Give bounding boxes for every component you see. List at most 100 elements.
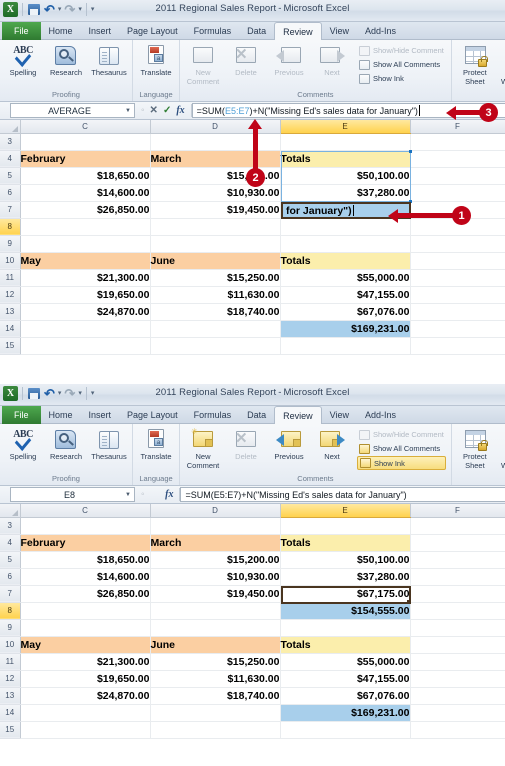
cell-e6[interactable]: $37,280.00 [280, 568, 411, 586]
cell-d11[interactable]: $15,250.00 [150, 653, 281, 671]
row-header-12[interactable]: 12 [0, 286, 21, 304]
cell-c13[interactable]: $24,870.00 [20, 303, 151, 321]
new-comment-button[interactable]: ✳ New Comment [182, 426, 224, 470]
select-all-corner[interactable] [0, 120, 21, 134]
next-comment-button[interactable]: Next [311, 42, 353, 78]
name-box-dropdown-icon[interactable]: ▼ [125, 108, 131, 114]
cell-e15[interactable] [280, 721, 411, 739]
cell-c6[interactable]: $14,600.00 [20, 184, 151, 202]
name-box[interactable]: AVERAGE ▼ [10, 103, 135, 118]
show-all-comments-button[interactable]: Show All Comments [357, 442, 446, 455]
row-header-11[interactable]: 11 [0, 269, 21, 287]
cell-e10[interactable]: Totals [280, 252, 411, 270]
cell-d13[interactable]: $18,740.00 [150, 303, 281, 321]
cell-e4[interactable]: Totals [280, 534, 411, 552]
cell-c9[interactable] [20, 619, 151, 637]
cell-c3[interactable] [20, 517, 151, 535]
thesaurus-button[interactable]: Thesaurus [88, 42, 130, 78]
insert-function-collapse-icon[interactable]: ◦ [141, 105, 145, 116]
column-header-c[interactable]: C [20, 120, 151, 134]
row-header-10[interactable]: 10 [0, 636, 21, 654]
cell-d12[interactable]: $11,630.00 [150, 286, 281, 304]
cell-c4[interactable]: February [20, 534, 151, 552]
cell-d7[interactable]: $19,450.00 [150, 585, 281, 603]
row-header-15[interactable]: 15 [0, 721, 21, 739]
cell-d7[interactable]: $19,450.00 [150, 201, 281, 219]
cell-f9[interactable] [410, 235, 505, 253]
delete-comment-button[interactable]: ✕ Delete [225, 42, 267, 78]
ribbon-tabs[interactable]: File Home Insert Page Layout Formulas Da… [0, 406, 505, 424]
cell-c13[interactable]: $24,870.00 [20, 687, 151, 705]
ribbon-tabs[interactable]: File Home Insert Page Layout Formulas Da… [0, 22, 505, 40]
insert-function-collapse-icon[interactable]: ◦ [141, 489, 145, 500]
row-header-8[interactable]: 8 [0, 218, 21, 236]
cell-c12[interactable]: $19,650.00 [20, 670, 151, 688]
cell-c4[interactable]: February [20, 150, 151, 168]
cell-e14[interactable]: $169,231.00 [280, 320, 411, 338]
formula-bar-buttons[interactable]: ◦ fx [135, 486, 179, 503]
cancel-icon[interactable]: ✕ [150, 105, 158, 116]
cell-e10[interactable]: Totals [280, 636, 411, 654]
thesaurus-button[interactable]: Thesaurus [88, 426, 130, 462]
cell-e3[interactable] [280, 517, 411, 535]
formula-input[interactable]: =SUM(E5:E7)+N("Missing Ed's sales data f… [180, 487, 505, 502]
protect-workbook-button[interactable]: Protect Workbook [497, 42, 505, 86]
cell-d6[interactable]: $10,930.00 [150, 184, 281, 202]
cell-f13[interactable] [410, 687, 505, 705]
column-header-e[interactable]: E [280, 504, 411, 518]
cell-c6[interactable]: $14,600.00 [20, 568, 151, 586]
cell-e9[interactable] [280, 235, 411, 253]
cell-d14[interactable] [150, 704, 281, 722]
tab-formulas[interactable]: Formulas [186, 22, 240, 40]
formula-bar-buttons[interactable]: ◦ ✕ ✓ fx [135, 102, 191, 119]
previous-comment-button[interactable]: Previous [268, 426, 310, 462]
tab-view[interactable]: View [322, 22, 357, 40]
cell-f7[interactable] [410, 585, 505, 603]
cell-c3[interactable] [20, 133, 151, 151]
cell-e11[interactable]: $55,000.00 [280, 269, 411, 287]
cell-c5[interactable]: $18,650.00 [20, 551, 151, 569]
cell-c11[interactable]: $21,300.00 [20, 653, 151, 671]
enter-icon[interactable]: ✓ [163, 105, 171, 116]
cell-e6[interactable]: $37,280.00 [280, 184, 411, 202]
show-ink-button[interactable]: Show Ink [357, 72, 446, 85]
cell-f14[interactable] [410, 320, 505, 338]
cell-d13[interactable]: $18,740.00 [150, 687, 281, 705]
translate-button[interactable]: a Translate [135, 42, 177, 78]
cell-d15[interactable] [150, 337, 281, 355]
cell-f11[interactable] [410, 653, 505, 671]
row-header-10[interactable]: 10 [0, 252, 21, 270]
row-header-7[interactable]: 7 [0, 585, 21, 603]
tab-formulas[interactable]: Formulas [186, 406, 240, 424]
show-hide-comment-button[interactable]: Show/Hide Comment [357, 428, 446, 441]
show-all-comments-button[interactable]: Show All Comments [357, 58, 446, 71]
worksheet-grid[interactable]: C D E F 3 4 February March Totals 5 $18,650.… [0, 504, 505, 766]
column-header-d[interactable]: D [150, 504, 281, 518]
cell-d8[interactable] [150, 602, 281, 620]
tab-add-ins[interactable]: Add-Ins [357, 22, 404, 40]
cell-c12[interactable]: $19,650.00 [20, 286, 151, 304]
cell-f8[interactable] [410, 602, 505, 620]
cell-d10[interactable]: June [150, 252, 281, 270]
cell-f6[interactable] [410, 184, 505, 202]
cell-f15[interactable] [410, 721, 505, 739]
column-header-e[interactable]: E [280, 120, 411, 134]
tab-home[interactable]: Home [41, 22, 81, 40]
cell-c11[interactable]: $21,300.00 [20, 269, 151, 287]
tab-file[interactable]: File [2, 22, 41, 40]
row-header-9[interactable]: 9 [0, 235, 21, 253]
cell-e9[interactable] [280, 619, 411, 637]
tab-page-layout[interactable]: Page Layout [119, 22, 186, 40]
row-header-12[interactable]: 12 [0, 670, 21, 688]
cell-d11[interactable]: $15,250.00 [150, 269, 281, 287]
delete-comment-button[interactable]: ✕ Delete [225, 426, 267, 462]
tab-add-ins[interactable]: Add-Ins [357, 406, 404, 424]
row-header-7[interactable]: 7 [0, 201, 21, 219]
name-box[interactable]: E8 ▼ [10, 487, 135, 502]
column-header-f[interactable]: F [410, 504, 505, 518]
select-all-corner[interactable] [0, 504, 21, 518]
cell-c15[interactable] [20, 721, 151, 739]
cell-f9[interactable] [410, 619, 505, 637]
cell-e12[interactable]: $47,155.00 [280, 286, 411, 304]
cell-f10[interactable] [410, 636, 505, 654]
